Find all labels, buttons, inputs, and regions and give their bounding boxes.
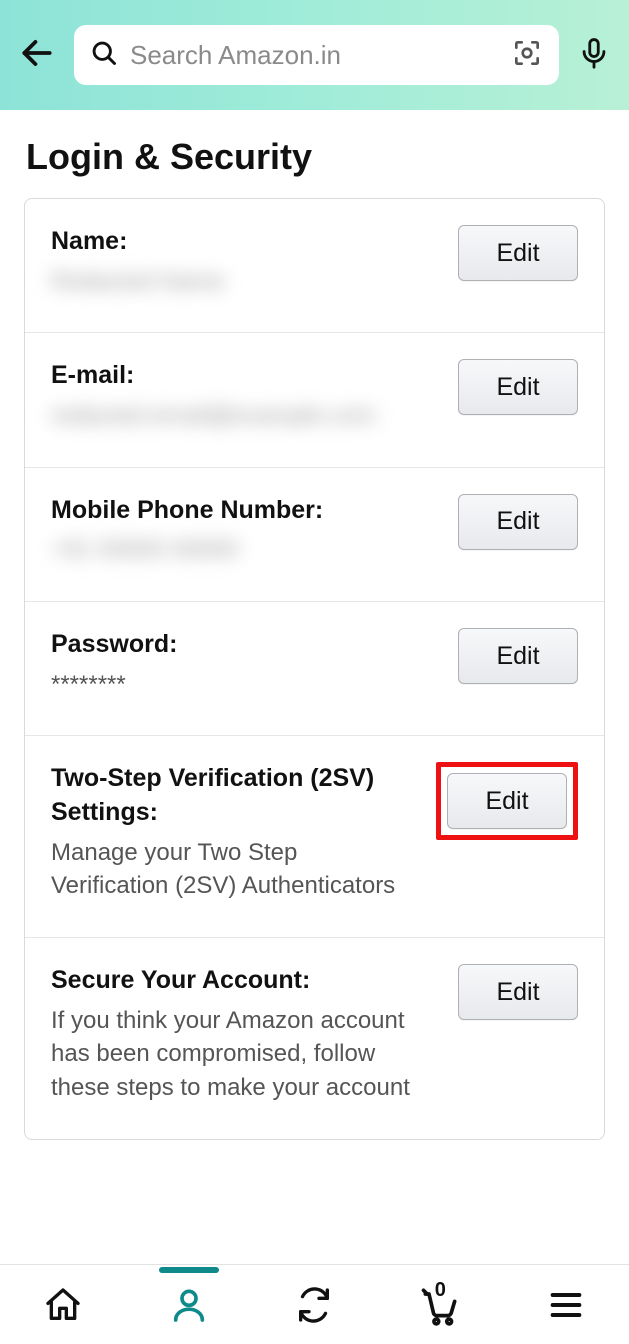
microphone-icon[interactable] (577, 36, 611, 75)
name-value: Redacted Name (51, 265, 440, 299)
edit-2sv-button[interactable]: Edit (447, 773, 567, 829)
nav-cart[interactable]: 0 (412, 1277, 468, 1333)
bottom-nav: 0 (0, 1264, 629, 1344)
email-label: E-mail: (51, 359, 440, 393)
nav-active-indicator (159, 1267, 219, 1273)
edit-email-button[interactable]: Edit (458, 359, 578, 415)
twosv-desc: Manage your Two Step Verification (2SV) … (51, 836, 418, 903)
email-value: redacted.email@example.com (51, 399, 440, 433)
mobile-value: +91 00000 00000 (51, 533, 440, 567)
hamburger-icon (546, 1285, 586, 1325)
row-password: Password: ******** Edit (25, 602, 604, 736)
refresh-icon (294, 1285, 334, 1325)
settings-card: Name: Redacted Name Edit E-mail: redacte… (24, 198, 605, 1140)
edit-password-button[interactable]: Edit (458, 628, 578, 684)
secure-label: Secure Your Account: (51, 964, 440, 998)
row-mobile: Mobile Phone Number: +91 00000 00000 Edi… (25, 468, 604, 602)
search-input[interactable] (130, 40, 499, 71)
camera-scan-icon[interactable] (511, 37, 543, 74)
edit-name-button[interactable]: Edit (458, 225, 578, 281)
edit-secure-button[interactable]: Edit (458, 964, 578, 1020)
twosv-label: Two-Step Verification (2SV) Settings: (51, 762, 418, 830)
cart-count: 0 (435, 1279, 446, 1302)
home-icon (43, 1285, 83, 1325)
mobile-label: Mobile Phone Number: (51, 494, 440, 528)
row-email: E-mail: redacted.email@example.com Edit (25, 333, 604, 467)
back-icon[interactable] (18, 34, 56, 77)
nav-home[interactable] (35, 1277, 91, 1333)
row-secure-account: Secure Your Account: If you think your A… (25, 938, 604, 1139)
nav-account[interactable] (161, 1277, 217, 1333)
nav-menu[interactable] (538, 1277, 594, 1333)
nav-refresh[interactable] (286, 1277, 342, 1333)
edit-mobile-button[interactable]: Edit (458, 494, 578, 550)
row-name: Name: Redacted Name Edit (25, 199, 604, 333)
password-value: ******** (51, 668, 440, 702)
row-2sv: Two-Step Verification (2SV) Settings: Ma… (25, 736, 604, 938)
secure-desc: If you think your Amazon account has bee… (51, 1004, 440, 1105)
search-icon (90, 39, 118, 72)
edit-2sv-highlight: Edit (436, 762, 578, 840)
name-label: Name: (51, 225, 440, 259)
password-label: Password: (51, 628, 440, 662)
user-icon (169, 1285, 209, 1325)
page-title: Login & Security (0, 110, 629, 198)
search-bar[interactable] (74, 25, 559, 85)
app-header (0, 0, 629, 110)
